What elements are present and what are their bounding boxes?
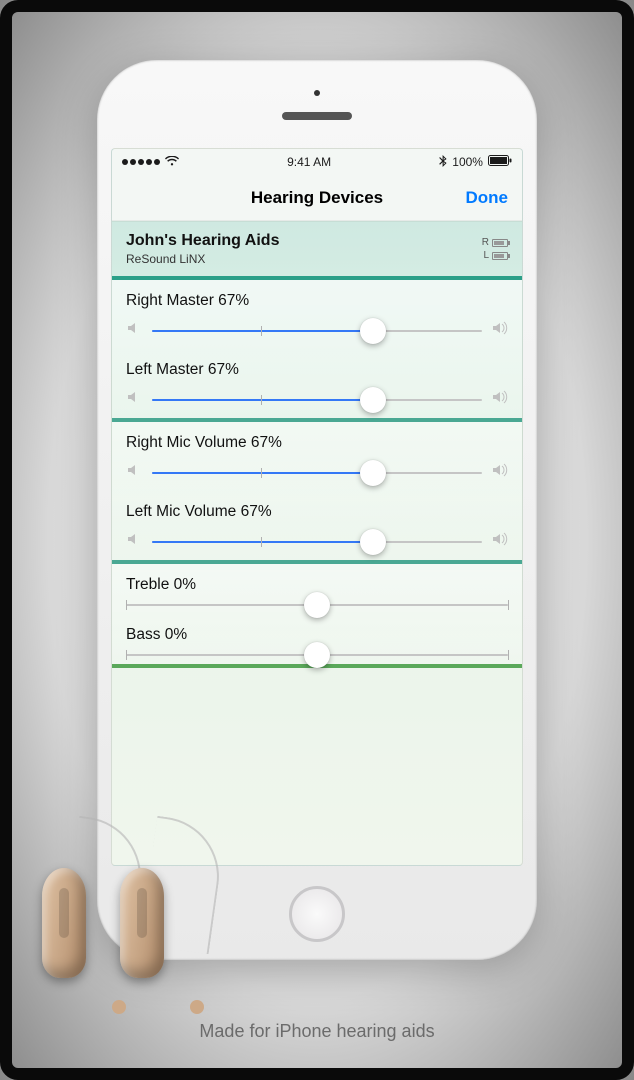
- caption-text: Made for iPhone hearing aids: [12, 1021, 622, 1042]
- mic-volume-section: Right Mic Volume 67% Left Mic Volume 67%: [112, 422, 522, 564]
- bass-slider[interactable]: [126, 654, 508, 656]
- battery-percent: 100%: [452, 155, 483, 169]
- bluetooth-icon: [439, 155, 447, 170]
- right-master-slider[interactable]: [152, 330, 482, 332]
- phone-top: [111, 60, 523, 148]
- bass-row: Bass 0%: [112, 614, 522, 664]
- right-master-label: Right Master 67%: [126, 292, 508, 310]
- right-mic-slider[interactable]: [152, 472, 482, 474]
- nav-bar: Hearing Devices Done: [112, 175, 522, 221]
- volume-high-icon: [492, 531, 508, 552]
- screen: 9:41 AM 100% Hearing Devices Done John's…: [111, 148, 523, 866]
- right-ear-label: R: [482, 236, 489, 249]
- eq-section: Treble 0% Bass 0%: [112, 564, 522, 668]
- volume-low-icon: [126, 320, 142, 341]
- front-camera: [314, 90, 320, 96]
- volume-low-icon: [126, 462, 142, 483]
- earpiece-speaker: [282, 112, 352, 120]
- home-button[interactable]: [289, 886, 345, 942]
- battery-icon: [488, 155, 512, 169]
- left-mic-row: Left Mic Volume 67%: [112, 491, 522, 560]
- device-header[interactable]: John's Hearing Aids ReSound LiNX R L: [112, 221, 522, 280]
- volume-low-icon: [126, 389, 142, 410]
- device-battery-status: R L: [482, 236, 508, 262]
- left-master-row: Left Master 67%: [112, 349, 522, 418]
- right-master-row: Right Master 67%: [112, 280, 522, 349]
- page-title: Hearing Devices: [251, 188, 383, 208]
- left-ear-label: L: [483, 249, 489, 262]
- device-model: ReSound LiNX: [126, 252, 279, 266]
- right-mic-label: Right Mic Volume 67%: [126, 434, 508, 452]
- status-time: 9:41 AM: [287, 155, 331, 169]
- left-master-slider[interactable]: [152, 399, 482, 401]
- hearing-aid-illustration: [42, 828, 104, 1008]
- treble-slider[interactable]: [126, 604, 508, 606]
- wifi-icon: [165, 155, 179, 169]
- left-master-label: Left Master 67%: [126, 361, 508, 379]
- battery-icon: [492, 239, 508, 247]
- left-mic-label: Left Mic Volume 67%: [126, 503, 508, 521]
- volume-high-icon: [492, 389, 508, 410]
- battery-icon: [492, 252, 508, 260]
- device-name: John's Hearing Aids: [126, 232, 279, 250]
- left-mic-slider[interactable]: [152, 541, 482, 543]
- volume-low-icon: [126, 531, 142, 552]
- master-volume-section: Right Master 67% Left Master 67%: [112, 280, 522, 422]
- done-button[interactable]: Done: [466, 188, 509, 208]
- volume-high-icon: [492, 320, 508, 341]
- right-mic-row: Right Mic Volume 67%: [112, 422, 522, 491]
- hearing-aid-illustration: [120, 828, 182, 1008]
- treble-row: Treble 0%: [112, 564, 522, 614]
- signal-dots-icon: [122, 159, 160, 165]
- status-bar: 9:41 AM 100%: [112, 149, 522, 175]
- volume-high-icon: [492, 462, 508, 483]
